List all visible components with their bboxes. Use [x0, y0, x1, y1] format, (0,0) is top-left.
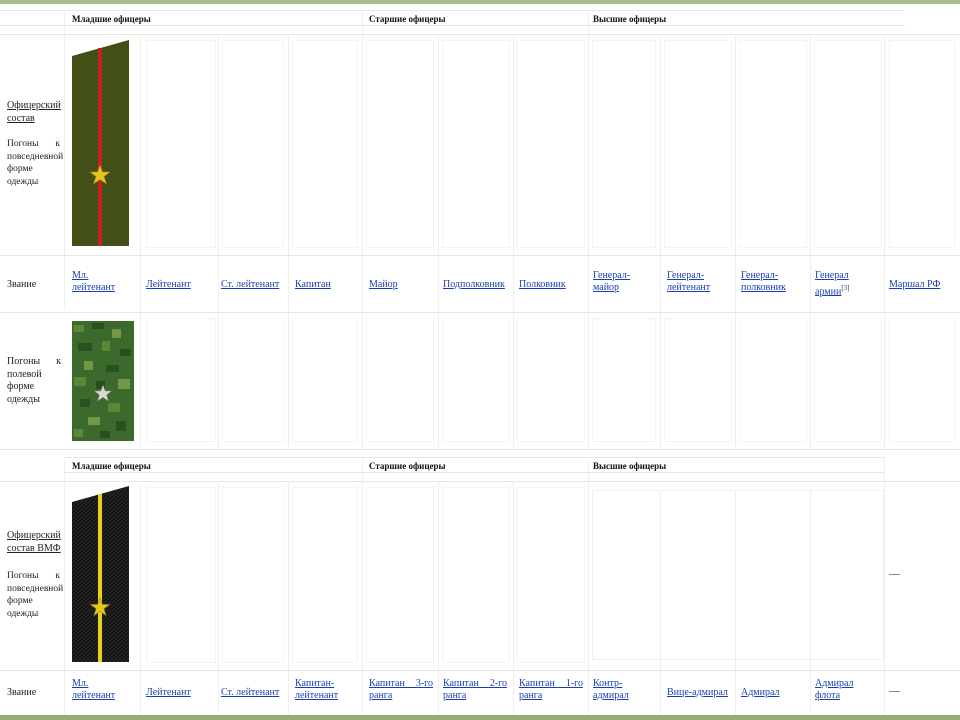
- rank-link-marshal[interactable]: Маршал РФ: [889, 279, 940, 291]
- navy-rank-link-captain-1st[interactable]: Капитан 1-го ранга: [519, 678, 583, 702]
- navy-rank-link-lieutenant[interactable]: Лейтенант: [146, 687, 191, 699]
- header-junior-officers-navy: Младшие офицеры: [72, 461, 151, 471]
- field-uniform-label: Погоны к полевой форме одежды: [7, 356, 61, 405]
- navy-officer-staff-label[interactable]: Офицерский состав ВМФ: [7, 530, 62, 555]
- no-rank-dash: —: [889, 685, 900, 697]
- navy-rank-link-captain-lieutenant[interactable]: Капитан-лейтенант: [295, 678, 355, 702]
- navy-daily-shoulder-strap: [72, 486, 129, 662]
- rank-army-general: Генерал армии[3]: [815, 270, 875, 298]
- navy-rank-link-captain-2nd[interactable]: Капитан 2-го ранга: [443, 678, 507, 702]
- navy-rank-link-rear-admiral[interactable]: Контр-адмирал: [593, 678, 643, 702]
- no-insignia-dash: —: [889, 568, 900, 580]
- rank-link-colonel[interactable]: Полковник: [519, 279, 566, 291]
- rank-link-major[interactable]: Майор: [369, 279, 398, 291]
- navy-rank-link-sr-lieutenant[interactable]: Ст. лейтенант: [221, 687, 279, 699]
- navy-rank-label: Звание: [7, 687, 37, 698]
- header-senior-officers-navy: Старшие офицеры: [369, 461, 446, 471]
- top-border: [0, 0, 960, 4]
- navy-rank-link-admiral[interactable]: Адмирал: [741, 687, 780, 699]
- navy-rank-link-vice-admiral[interactable]: Вице-адмирал: [667, 687, 728, 699]
- rank-link-sr-lieutenant[interactable]: Ст. лейтенант: [221, 279, 279, 291]
- rank-label: Звание: [7, 279, 37, 290]
- rank-link-lt-general[interactable]: Генерал-лейтенант: [667, 270, 729, 294]
- footnote-link[interactable]: [3]: [841, 284, 849, 292]
- navy-rank-link-jr-lieutenant[interactable]: Мл. лейтенант: [72, 678, 132, 702]
- rank-link-lt-colonel[interactable]: Подполковник: [443, 279, 505, 291]
- daily-uniform-label: Погоны к повседневной форме одежды: [7, 139, 64, 187]
- navy-rank-link-fleet-admiral[interactable]: Адмирал флота: [815, 678, 865, 702]
- bottom-border: [0, 715, 960, 720]
- rank-link-major-general[interactable]: Генерал-майор: [593, 270, 648, 294]
- army-field-shoulder-strap: [72, 321, 134, 441]
- rank-link-jr-lieutenant[interactable]: Мл. лейтенант: [72, 270, 132, 294]
- rank-insignia-page: Младшие офицеры Старшие офицеры Высшие о…: [0, 0, 960, 720]
- header-higher-officers-navy: Высшие офицеры: [593, 461, 667, 471]
- officer-staff-label[interactable]: Офицерский состав: [7, 100, 62, 125]
- army-daily-shoulder-strap: [72, 40, 129, 246]
- rank-link-colonel-general[interactable]: Генерал-полковник: [741, 270, 803, 294]
- navy-daily-uniform-label: Погоны к повседневной форме одежды: [7, 571, 64, 619]
- rank-link-captain[interactable]: Капитан: [295, 279, 331, 291]
- header-senior-officers: Старшие офицеры: [369, 14, 446, 24]
- header-higher-officers: Высшие офицеры: [593, 14, 667, 24]
- navy-rank-link-captain-3rd[interactable]: Капитан 3-го ранга: [369, 678, 433, 702]
- rank-link-lieutenant[interactable]: Лейтенант: [146, 279, 191, 291]
- header-junior-officers: Младшие офицеры: [72, 14, 151, 24]
